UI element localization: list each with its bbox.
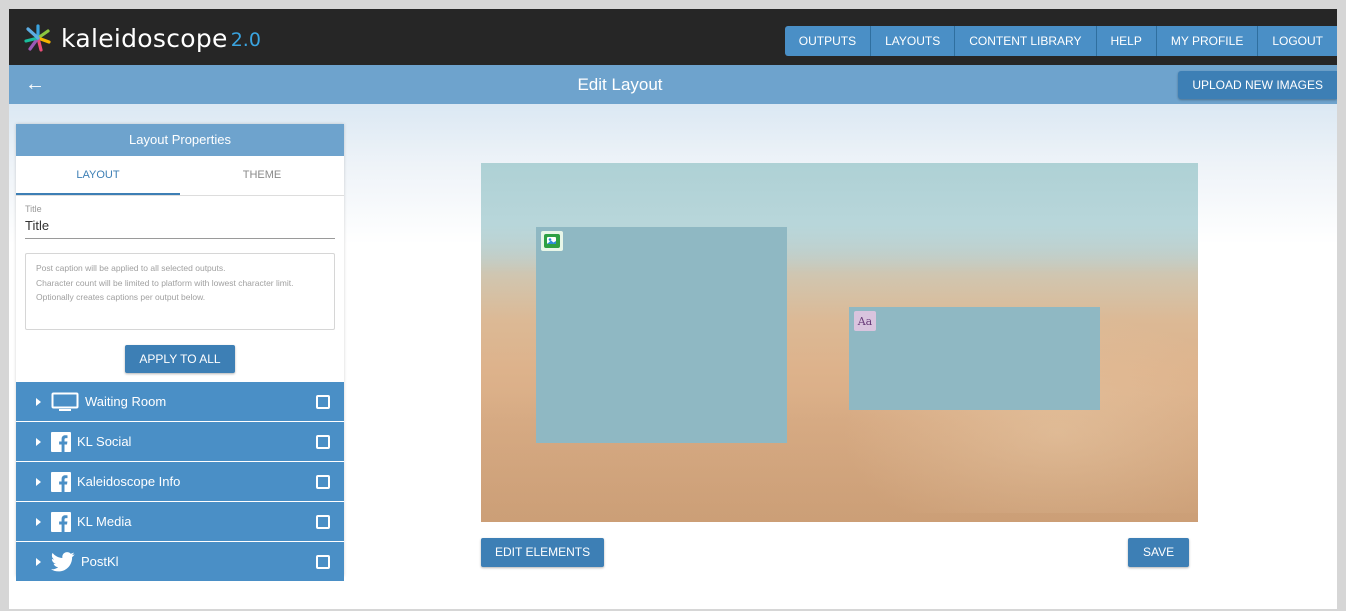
nav-my-profile[interactable]: MY PROFILE [1155, 26, 1258, 56]
app-window: kaleidoscope 2.0 OUTPUTS LAYOUTS CONTENT… [9, 9, 1337, 609]
nav-logout[interactable]: LOGOUT [1257, 26, 1337, 56]
output-checkbox[interactable] [316, 395, 330, 409]
layout-properties-panel: Layout Properties LAYOUT THEME Title Tit… [16, 124, 344, 582]
layout-canvas[interactable]: Aa [481, 163, 1198, 522]
output-label: Waiting Room [85, 394, 167, 409]
chevron-right-icon[interactable] [36, 477, 41, 486]
title-field-label: Title [25, 204, 42, 214]
panel-title: Layout Properties [16, 124, 344, 156]
save-button[interactable]: SAVE [1128, 538, 1190, 567]
output-checkbox[interactable] [316, 555, 330, 569]
tab-layout[interactable]: LAYOUT [16, 156, 180, 195]
output-label: KL Social [77, 434, 132, 449]
logo[interactable]: kaleidoscope 2.0 [23, 23, 261, 53]
output-row-kl-media[interactable]: KL Media [16, 502, 344, 542]
output-label: KL Media [77, 514, 132, 529]
output-checkbox[interactable] [316, 435, 330, 449]
page-title: Edit Layout [577, 75, 663, 94]
upload-new-images-button[interactable]: UPLOAD NEW IMAGES [1178, 71, 1337, 99]
main-nav: OUTPUTS LAYOUTS CONTENT LIBRARY HELP MY … [784, 26, 1337, 56]
output-row-kl-social[interactable]: KL Social [16, 422, 344, 462]
title-input[interactable]: Title [25, 214, 335, 239]
title-field: Title Title [16, 196, 344, 239]
caption-placeholder-line: Character count will be limited to platf… [36, 277, 294, 288]
caption-placeholder-line: Post caption will be applied to all sele… [36, 263, 226, 273]
image-element-placeholder[interactable] [536, 227, 787, 443]
output-row-kaleidoscope-info[interactable]: Kaleidoscope Info [16, 462, 344, 502]
facebook-icon [51, 511, 71, 532]
tab-theme[interactable]: THEME [180, 156, 344, 195]
chevron-right-icon[interactable] [36, 557, 41, 566]
image-element-icon [541, 231, 563, 251]
text-element-icon: Aa [854, 311, 876, 331]
nav-outputs[interactable]: OUTPUTS [784, 26, 871, 56]
panel-tabs: LAYOUT THEME [16, 156, 344, 196]
output-label: PostKl [81, 554, 119, 569]
outputs-list: Waiting Room KL Social Kaleidoscope Info… [16, 382, 344, 582]
nav-content-library[interactable]: CONTENT LIBRARY [954, 26, 1096, 56]
page-header: ← Edit Layout UPLOAD NEW IMAGES [9, 65, 1337, 104]
top-nav-bar: kaleidoscope 2.0 OUTPUTS LAYOUTS CONTENT… [9, 9, 1337, 65]
nav-help[interactable]: HELP [1095, 26, 1156, 56]
output-row-waiting-room[interactable]: Waiting Room [16, 382, 344, 422]
output-label: Kaleidoscope Info [77, 474, 181, 489]
logo-text: kaleidoscope [61, 23, 228, 53]
chevron-right-icon[interactable] [36, 437, 41, 446]
logo-version: 2.0 [230, 29, 261, 51]
output-row-postkl[interactable]: PostKl [16, 542, 344, 582]
kaleidoscope-logo-icon [23, 23, 53, 53]
twitter-icon [51, 551, 75, 572]
facebook-icon [51, 431, 71, 452]
caption-placeholder-line: Optionally creates captions per output b… [36, 292, 206, 302]
content-area: Layout Properties LAYOUT THEME Title Tit… [9, 104, 1337, 609]
monitor-icon [51, 392, 79, 412]
text-element-placeholder[interactable]: Aa [849, 307, 1100, 410]
output-checkbox[interactable] [316, 515, 330, 529]
apply-to-all-button[interactable]: APPLY TO ALL [125, 345, 235, 373]
edit-elements-button[interactable]: EDIT ELEMENTS [481, 538, 605, 567]
caption-textarea[interactable]: Post caption will be applied to all sele… [25, 253, 335, 330]
chevron-right-icon[interactable] [36, 517, 41, 526]
output-checkbox[interactable] [316, 475, 330, 489]
nav-layouts[interactable]: LAYOUTS [870, 26, 955, 56]
facebook-icon [51, 471, 71, 492]
chevron-right-icon[interactable] [36, 397, 41, 406]
